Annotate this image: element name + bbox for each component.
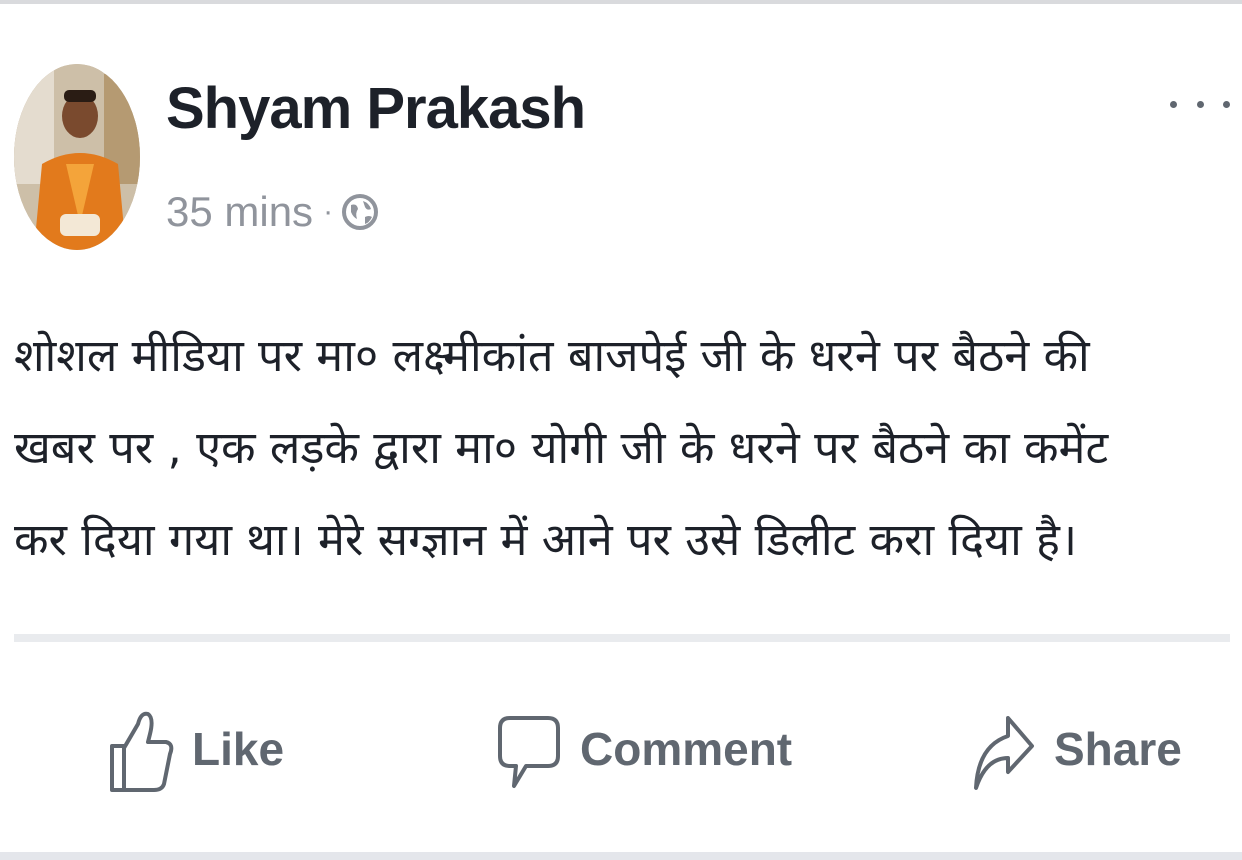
like-icon [110,711,174,792]
divider [14,634,1230,642]
more-options-icon[interactable] [1170,86,1230,122]
avatar[interactable] [14,64,140,250]
comment-label: Comment [580,723,793,775]
more-dot [1170,100,1177,108]
globe-icon [342,194,379,230]
bottom-border [0,852,1242,860]
comment-button[interactable]: Comment [496,694,792,804]
post-header: Shyam Prakash 35 mins · [0,4,1242,264]
author-name[interactable]: Shyam Prakash [166,74,586,144]
post-body: शोशल मीडिया पर मा० लक्ष्मीकांत बाजपेई जी… [14,310,1234,586]
post-text-line: शोशल मीडिया पर मा० लक्ष्मीकांत बाजपेई जी… [14,329,1090,382]
post-meta: 35 mins · [166,182,379,242]
share-label: Share [1054,723,1182,775]
share-icon [974,716,1034,790]
more-dot [1196,100,1204,108]
post-timestamp[interactable]: 35 mins [166,188,313,236]
like-label: Like [192,723,285,775]
share-button[interactable]: Share [970,694,1182,804]
avatar-photo [14,64,140,250]
post-text-line: कर दिया गया था। मेरे सग्ज्ञान में आने पर… [14,513,1078,566]
post-card: Shyam Prakash 35 mins · शोशल मीडिया पर म… [0,4,1242,856]
action-bar: Like Comment Share [0,694,1242,804]
meta-separator: · [323,195,334,228]
more-dot [1223,100,1230,108]
comment-icon [498,716,560,788]
like-button[interactable]: Like [108,694,284,804]
post-text-line: खबर पर , एक लड़के द्वारा मा० योगी जी के … [14,421,1109,474]
